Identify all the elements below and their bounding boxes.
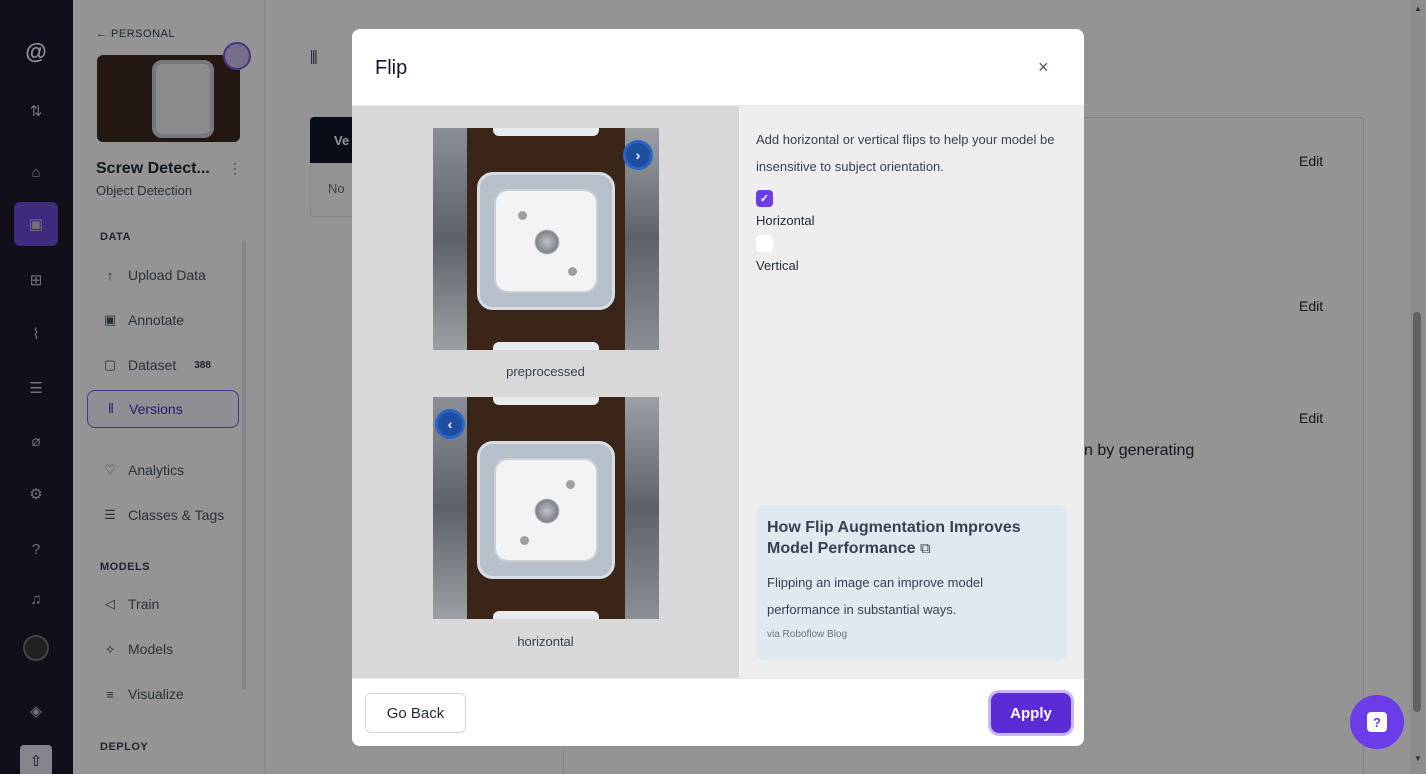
info-card[interactable]: How Flip Augmentation Improves Model Per… xyxy=(756,505,1067,660)
preview-caption: preprocessed xyxy=(506,364,585,379)
preview-image-horizontal: ‹ xyxy=(433,397,659,619)
horizontal-checkbox-label[interactable]: Horizontal xyxy=(756,213,815,228)
preview-caption: horizontal xyxy=(517,634,574,649)
preview-image-preprocessed: › xyxy=(433,128,659,350)
close-icon[interactable]: × xyxy=(1038,57,1049,78)
modal-footer: Go Back Apply xyxy=(352,678,1084,746)
flip-modal: Flip × › preprocessed ‹ horizontal Add h… xyxy=(352,29,1084,746)
horizontal-checkbox[interactable]: ✓ xyxy=(756,190,773,207)
info-card-title[interactable]: How Flip Augmentation Improves Model Per… xyxy=(767,517,1056,559)
preview-pane: › preprocessed ‹ horizontal xyxy=(352,106,739,678)
go-back-button[interactable]: Go Back xyxy=(365,693,466,733)
help-icon: ? xyxy=(1367,712,1387,732)
options-pane: Add horizontal or vertical flips to help… xyxy=(739,106,1084,678)
vertical-checkbox[interactable] xyxy=(756,235,773,252)
vertical-checkbox-label[interactable]: Vertical xyxy=(756,258,799,273)
help-chat-button[interactable]: ? xyxy=(1350,695,1404,749)
info-card-title-text[interactable]: How Flip Augmentation Improves Model Per… xyxy=(767,519,1021,557)
external-link-icon[interactable]: ⧉ xyxy=(920,540,931,557)
info-card-body: Flipping an image can improve model perf… xyxy=(767,575,984,617)
apply-button[interactable]: Apply xyxy=(991,693,1071,733)
info-card-source: via Roboflow Blog xyxy=(767,629,848,640)
modal-header: Flip × xyxy=(352,29,1084,106)
modal-title: Flip xyxy=(375,57,408,79)
flip-description: Add horizontal or vertical flips to help… xyxy=(756,132,1055,174)
